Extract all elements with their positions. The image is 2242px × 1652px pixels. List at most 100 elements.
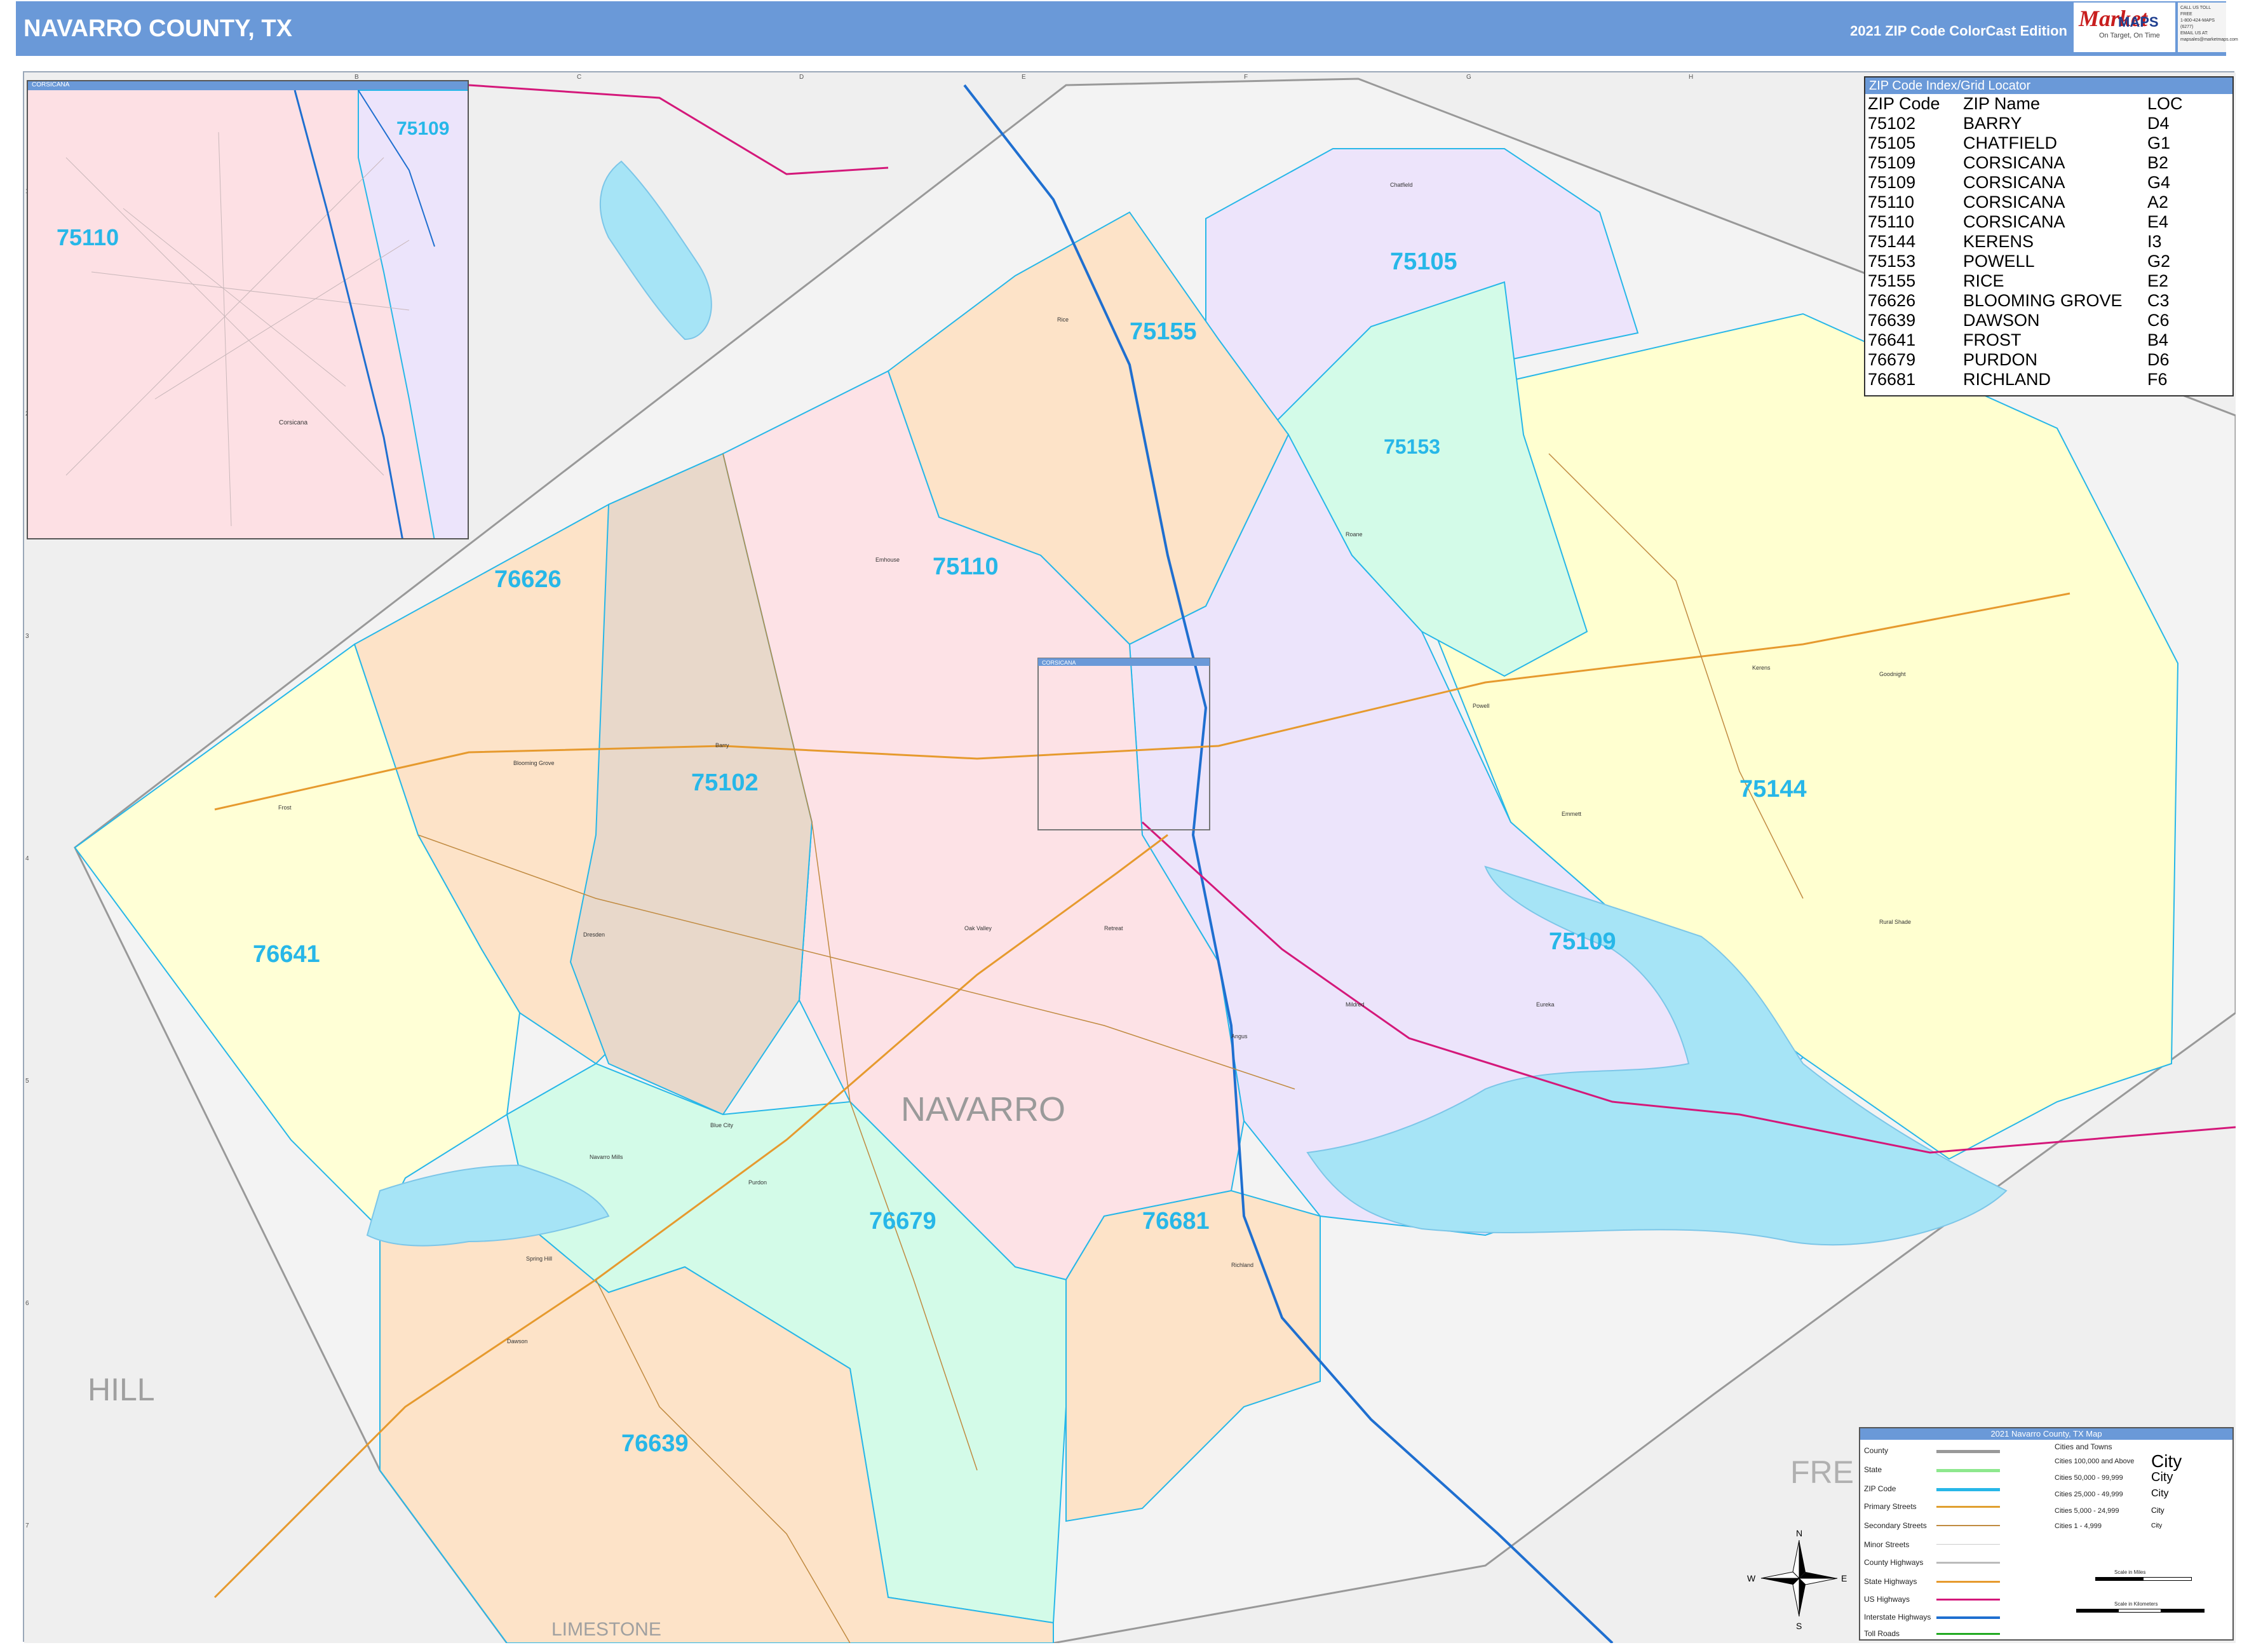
town-angus: Angus — [1231, 1033, 1248, 1039]
loc-cell: G2 — [2147, 252, 2171, 271]
legend-city-tier-3: Cities 25,000 - 49,999 — [2055, 1491, 2123, 1498]
town-purdon: Purdon — [748, 1179, 767, 1186]
zip-index-header-row: ZIP Code ZIP Name LOC — [1868, 94, 2183, 114]
zip-label-75102: 75102 — [691, 769, 759, 796]
town-richland: Richland — [1231, 1262, 1253, 1268]
contact-line: mapsales@marketmaps.com — [2180, 37, 2238, 42]
name-cell: POWELL — [1963, 252, 2035, 271]
town-frost: Frost — [278, 804, 292, 811]
col-zip-name: ZIP Name — [1963, 94, 2041, 113]
legend-item-toll: Toll Roads — [1864, 1629, 1900, 1638]
zip-label-75109: 75109 — [1549, 928, 1616, 955]
zip-cell: 75102 — [1868, 114, 1916, 133]
legend-item-county: County — [1864, 1446, 1889, 1455]
zip-code-index: ZIP Code Index/Grid Locator ZIP Code ZIP… — [1864, 76, 2234, 396]
zip-cell: 75153 — [1868, 252, 1916, 271]
loc-cell: I3 — [2147, 232, 2162, 251]
town-navarro-mills: Navarro Mills — [590, 1154, 623, 1160]
name-cell: BLOOMING GROVE — [1963, 291, 2123, 310]
contact-line: 1-800-424-MAPS (6277) — [2180, 18, 2215, 29]
corsicana-inset-map[interactable]: CORSICANA 75110 75109 Corsicana — [27, 80, 469, 539]
inset-zip-label-75110: 75110 — [57, 224, 119, 250]
town-blooming-grove: Blooming Grove — [513, 760, 555, 766]
loc-cell: C6 — [2147, 311, 2170, 330]
legend-item-state: State — [1864, 1465, 1882, 1474]
county-label-hill: HILL — [88, 1372, 155, 1407]
town-dawson: Dawson — [507, 1338, 528, 1344]
town-spring-hill: Spring Hill — [526, 1256, 552, 1262]
legend-swatch-secondary — [1936, 1525, 2000, 1526]
legend-city-sample-3: City — [2151, 1488, 2169, 1499]
legend-item-zip: ZIP Code — [1864, 1484, 1896, 1493]
legend-swatch-county-hwy — [1936, 1562, 2000, 1564]
town-oak-valley: Oak Valley — [964, 925, 992, 931]
grid-top-c: C — [577, 74, 581, 81]
zip-label-76679: 76679 — [869, 1208, 936, 1235]
compass-e: E — [1841, 1573, 1847, 1583]
zip-cell: 76639 — [1868, 311, 1916, 330]
corsicana-box-title: CORSICANA — [1042, 660, 1076, 666]
town-dresden: Dresden — [583, 931, 605, 938]
legend-swatch-toll — [1936, 1633, 2000, 1635]
legend-city-tier-1: Cities 100,000 and Above — [2055, 1458, 2135, 1465]
legend-item-minor: Minor Streets — [1864, 1540, 1910, 1549]
town-blue-city: Blue City — [710, 1122, 734, 1128]
grid-left-5: 5 — [25, 1078, 29, 1085]
legend-item-secondary: Secondary Streets — [1864, 1521, 1927, 1530]
zip-index-table: ZIP Code ZIP Name LOC 75102 BARRY D4 75105… — [1868, 94, 2183, 389]
grid-left-4: 4 — [25, 855, 29, 862]
zip-cell: 75155 — [1868, 271, 1916, 290]
table-row: 76679 PURDON D6 — [1868, 350, 2183, 370]
town-eureka: Eureka — [1536, 1001, 1555, 1008]
town-roane: Roane — [1346, 531, 1363, 538]
town-goodnight: Goodnight — [1879, 671, 1906, 677]
grid-left-7: 7 — [25, 1522, 29, 1529]
name-cell: CORSICANA — [1963, 212, 2065, 231]
name-cell: CHATFIELD — [1963, 133, 2058, 152]
zip-label-76626: 76626 — [494, 566, 562, 593]
grid-left-6: 6 — [25, 1300, 29, 1307]
loc-cell: D4 — [2147, 114, 2170, 133]
zip-cell: 75110 — [1868, 212, 1915, 231]
legend-scale-km: Scale in Kilometers — [2114, 1601, 2158, 1607]
legend-item-state-hwy: State Highways — [1864, 1577, 1917, 1586]
zip-label-75155: 75155 — [1130, 318, 1197, 345]
table-row: 75102 BARRY D4 — [1868, 114, 2183, 133]
grid-top-d: D — [799, 74, 804, 81]
town-rural-shade: Rural Shade — [1879, 919, 1911, 925]
loc-cell: G4 — [2147, 173, 2171, 192]
table-row: 75144 KERENS I3 — [1868, 232, 2183, 252]
legend-city-sample-1: City — [2151, 1451, 2182, 1471]
grid-top-f: F — [1244, 74, 1248, 81]
edition-label: 2021 ZIP Code ColorCast Edition — [1850, 23, 2067, 39]
zip-cell: 75109 — [1868, 153, 1916, 172]
zip-cell: 76641 — [1868, 330, 1916, 349]
zip-label-75153: 75153 — [1384, 435, 1440, 458]
table-row: 75155 RICE E2 — [1868, 271, 2183, 291]
table-row: 75153 POWELL G2 — [1868, 252, 2183, 271]
legend-item-county-hwy: County Highways — [1864, 1558, 1924, 1567]
loc-cell: D6 — [2147, 350, 2170, 369]
town-kerens: Kerens — [1752, 665, 1771, 671]
zip-label-75105: 75105 — [1390, 248, 1457, 275]
town-powell: Powell — [1473, 703, 1490, 709]
legend-cities-title: Cities and Towns — [2055, 1442, 2112, 1451]
logo-brand: MAPS — [2118, 14, 2159, 30]
county-label-navarro: NAVARRO — [901, 1090, 1065, 1128]
zip-label-76639: 76639 — [621, 1430, 689, 1457]
contact-box: CALL US TOLL FREE 1-800-424-MAPS (6277) … — [2178, 3, 2238, 52]
map-legend: 2021 Navarro County, TX Map County State… — [1859, 1427, 2234, 1641]
contact-line: EMAIL US AT: — [2180, 31, 2208, 36]
zip-cell: 75110 — [1868, 193, 1915, 212]
loc-cell: E4 — [2147, 212, 2169, 231]
legend-city-sample-4: City — [2151, 1506, 2164, 1515]
zip-label-75144: 75144 — [1739, 776, 1807, 802]
scale-bar-miles — [2095, 1577, 2192, 1581]
zip-cell: 75144 — [1868, 232, 1916, 251]
town-chatfield: Chatfield — [1390, 182, 1413, 188]
legend-item-primary: Primary Streets — [1864, 1502, 1917, 1511]
name-cell: KERENS — [1963, 232, 2034, 251]
town-emmett: Emmett — [1562, 811, 1582, 817]
legend-swatch-us-hwy — [1936, 1599, 2000, 1601]
town-barry: Barry — [715, 742, 729, 748]
